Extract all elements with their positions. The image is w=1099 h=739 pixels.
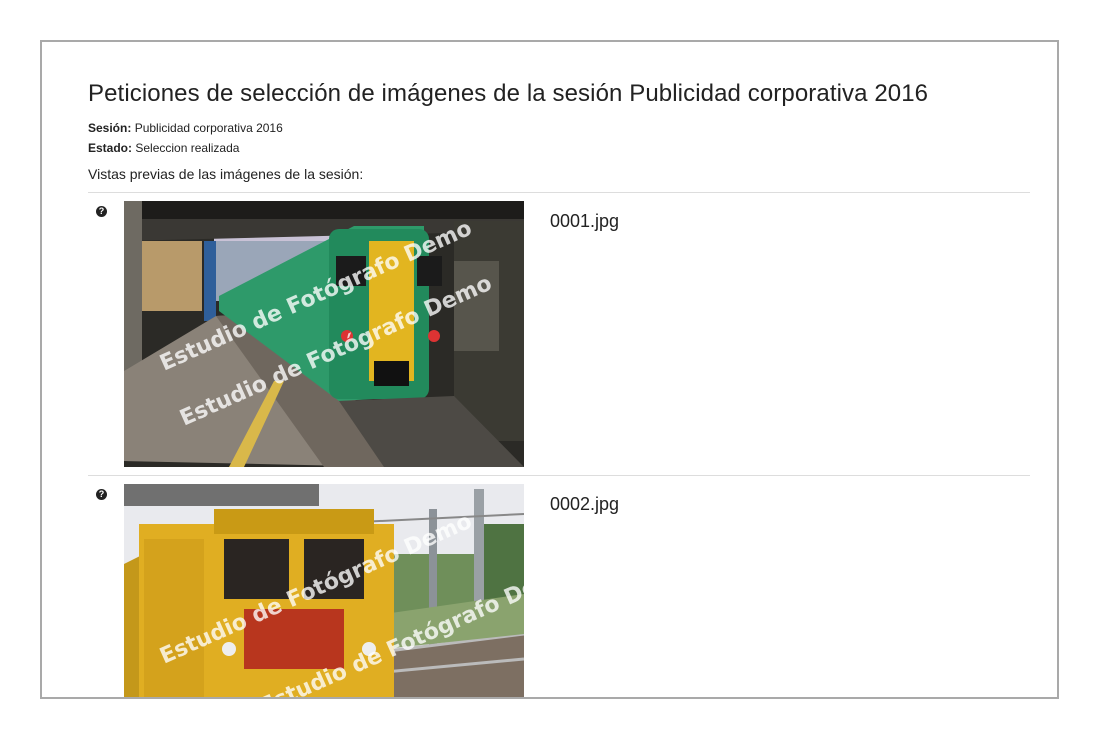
status-row: Estado: Seleccion realizada bbox=[88, 138, 1030, 158]
previews-intro: Vistas previas de las imágenes de la ses… bbox=[88, 166, 1030, 193]
session-label: Sesión: bbox=[88, 121, 132, 135]
photo-row: ? Estudio de Fotógrafo Demo Estudio de F… bbox=[88, 476, 1030, 697]
page-frame: Peticiones de selección de imágenes de l… bbox=[40, 40, 1059, 699]
question-circle-icon[interactable]: ? bbox=[96, 489, 107, 500]
session-meta: Sesión: Publicidad corporativa 2016 Esta… bbox=[88, 118, 1030, 158]
session-value: Publicidad corporativa 2016 bbox=[134, 121, 283, 135]
photo-filename: 0001.jpg bbox=[550, 211, 620, 231]
page-title: Peticiones de selección de imágenes de l… bbox=[88, 80, 929, 107]
train-yellow-photo: Estudio de Fotógrafo Demo Estudio de Fot… bbox=[124, 484, 524, 697]
train-green-photo: Estudio de Fotógrafo Demo Estudio de Fot… bbox=[124, 201, 524, 467]
photo-row: ? Estudio de Fotógrafo Demo Estudio de F… bbox=[88, 193, 1030, 476]
question-circle-icon[interactable]: ? bbox=[96, 206, 107, 217]
session-row: Sesión: Publicidad corporativa 2016 bbox=[88, 118, 1030, 138]
status-label: Estado: bbox=[88, 141, 133, 155]
main-content: Peticiones de selección de imágenes de l… bbox=[88, 80, 1030, 697]
status-value: Seleccion realizada bbox=[135, 141, 240, 155]
photo-filename: 0002.jpg bbox=[550, 494, 620, 514]
photo-thumbnail[interactable]: Estudio de Fotógrafo Demo Estudio de Fot… bbox=[124, 484, 524, 697]
photo-thumbnail[interactable]: Estudio de Fotógrafo Demo Estudio de Fot… bbox=[124, 201, 524, 467]
